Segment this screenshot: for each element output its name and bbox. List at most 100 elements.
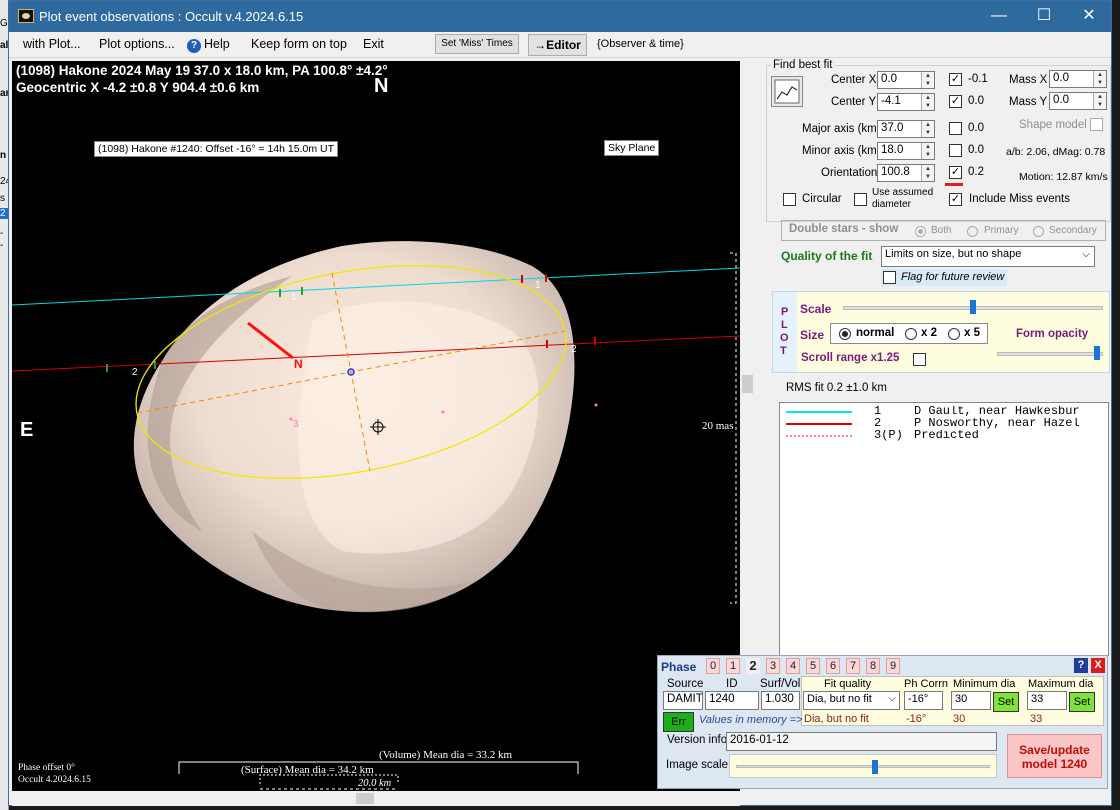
scrollbar-thumb[interactable]: [356, 793, 374, 804]
fit-minor-checkbox[interactable]: [949, 144, 962, 157]
center-y-input[interactable]: -4.1 ▲ ▼: [877, 93, 935, 111]
phase-button-3[interactable]: 3: [766, 658, 780, 674]
phase-button-1[interactable]: 1: [726, 658, 740, 674]
mass-y-input[interactable]: 0.0 ▲ ▼: [1049, 92, 1107, 110]
maximum-dia-label: Maximum dia: [1028, 678, 1094, 690]
use-assumed-label: Use assumed: [872, 187, 934, 198]
plot-letters-column: P L O T: [773, 292, 797, 372]
opacity-slider-thumb[interactable]: [1094, 346, 1100, 360]
legend-row: 1 D Gault, near Hawkesbur: [784, 406, 1106, 418]
opacity-slider[interactable]: [997, 352, 1103, 356]
phase-button-7[interactable]: 7: [846, 658, 860, 674]
plot-horizontal-scrollbar[interactable]: [12, 791, 740, 806]
image-scale-slider-thumb[interactable]: [872, 760, 879, 774]
spin-icon[interactable]: ▲ ▼: [921, 94, 934, 110]
phase-button-0[interactable]: 0: [706, 658, 720, 674]
help-icon: ?: [187, 39, 201, 53]
orientation-input[interactable]: 100.8 ▲ ▼: [877, 164, 935, 182]
both-label: Both: [931, 225, 952, 236]
menu-exit[interactable]: Exit: [363, 37, 384, 51]
fit-center-x-checkbox[interactable]: ✓: [949, 73, 962, 86]
phase-button-4[interactable]: 4: [786, 658, 800, 674]
menu-help[interactable]: ? Help: [187, 37, 230, 53]
err-button[interactable]: Err: [663, 712, 694, 732]
id-field[interactable]: 1240: [705, 691, 759, 710]
center-x-input[interactable]: 0.0 ▲ ▼: [877, 71, 935, 89]
surf-vol-field[interactable]: 1.030: [761, 691, 800, 710]
fit-center-y-checkbox[interactable]: ✓: [949, 95, 962, 108]
menu-keep-on-top[interactable]: Keep form on top: [251, 37, 347, 51]
set-miss-times-button[interactable]: Set 'Miss' Times: [435, 34, 519, 54]
spin-icon[interactable]: ▲ ▼: [921, 72, 934, 88]
mass-x-label: Mass X: [1009, 74, 1048, 86]
mass-y-value: 0.0: [1053, 94, 1069, 106]
phase-button-8[interactable]: 8: [866, 658, 880, 674]
menu-with-plot[interactable]: with Plot...: [23, 37, 81, 51]
fit-chart-button[interactable]: [771, 76, 803, 107]
help-icon[interactable]: ?: [1074, 658, 1088, 673]
legend-number: 1: [874, 406, 882, 418]
legend-swatch: [786, 435, 852, 437]
minimum-dia-field[interactable]: 30: [951, 691, 991, 710]
scrollbar-thumb[interactable]: [742, 375, 753, 393]
minor-axis-value: 18.0: [881, 144, 904, 156]
legend-swatch: [786, 411, 852, 413]
center-x-label: Center X: [831, 74, 877, 86]
include-miss-checkbox[interactable]: ✓: [949, 193, 962, 206]
fit-orientation-checkbox[interactable]: ✓: [949, 166, 962, 179]
legend-text: P Nosworthy, near Hazel: [914, 418, 1080, 430]
major-axis-input[interactable]: 37.0 ▲ ▼: [877, 120, 935, 138]
size-x2-label: x 2: [921, 327, 937, 339]
set-max-dia-button[interactable]: Set: [1069, 692, 1095, 712]
scroll-range-checkbox[interactable]: [913, 353, 926, 366]
close-icon[interactable]: X: [1091, 658, 1105, 673]
phase-button-6[interactable]: 6: [826, 658, 840, 674]
close-button[interactable]: ✕: [1069, 5, 1109, 27]
maximum-dia-field[interactable]: 33: [1027, 691, 1067, 710]
spin-icon[interactable]: ▲ ▼: [921, 143, 934, 159]
fit-quality-select[interactable]: Dia, but no fit ⌵: [803, 691, 900, 710]
primary-radio[interactable]: [967, 226, 978, 237]
use-assumed-label-2: diameter: [872, 199, 911, 210]
mass-x-input[interactable]: 0.0 ▲ ▼: [1049, 70, 1107, 88]
plot-canvas[interactable]: (1098) Hakone 2024 May 19 37.0 x 18.0 km…: [12, 61, 740, 791]
version-info-label: Version info: [667, 734, 728, 746]
ph-corrn-field[interactable]: -16°: [904, 691, 943, 710]
menu-help-label: Help: [204, 37, 230, 51]
phase-button-2[interactable]: 2: [746, 658, 760, 674]
observers-legend: 1 D Gault, near Hawkesbur 2 P Nosworthy, ne…: [779, 402, 1109, 656]
save-update-model-button[interactable]: Save/update model 1240: [1007, 734, 1102, 778]
circular-checkbox[interactable]: [783, 193, 796, 206]
minimize-button[interactable]: —: [979, 5, 1019, 27]
spin-icon[interactable]: ▲ ▼: [921, 165, 934, 181]
menu-plot-options[interactable]: Plot options...: [99, 37, 175, 51]
memory-min-dia: 30: [953, 713, 966, 725]
shape-model-checkbox[interactable]: [1090, 118, 1103, 131]
source-field[interactable]: DAMIT: [663, 691, 703, 710]
volume-dia-label: (Volume) Mean dia = 33.2 km: [379, 749, 513, 761]
use-assumed-diameter-checkbox[interactable]: [854, 193, 867, 206]
spin-icon[interactable]: ▲ ▼: [1093, 93, 1106, 109]
plot-letter: O: [780, 332, 789, 344]
image-scale-slider[interactable]: [729, 754, 997, 778]
legend-text: Predicted: [914, 430, 979, 442]
minor-axis-input[interactable]: 18.0 ▲ ▼: [877, 142, 935, 160]
phase-button-9[interactable]: 9: [886, 658, 900, 674]
size-x5-radio[interactable]: [948, 328, 960, 340]
spin-icon[interactable]: ▲ ▼: [921, 121, 934, 137]
quality-of-fit-select[interactable]: Limits on size, but no shape ⌵: [881, 246, 1095, 267]
version-info-field[interactable]: 2016-01-12: [726, 732, 997, 751]
id-label: ID: [726, 678, 738, 690]
radio-dot-icon: [842, 331, 848, 337]
secondary-radio[interactable]: [1033, 226, 1044, 237]
fit-major-checkbox[interactable]: [949, 122, 962, 135]
editor-button[interactable]: →Editor: [528, 34, 587, 56]
spin-icon[interactable]: ▲ ▼: [1093, 71, 1106, 87]
set-min-dia-button[interactable]: Set: [993, 692, 1019, 712]
flag-review-checkbox[interactable]: [883, 271, 896, 284]
phase-label: Phase: [661, 660, 697, 674]
size-x2-radio[interactable]: [905, 328, 917, 340]
scale-slider-thumb[interactable]: [970, 300, 976, 314]
maximize-button[interactable]: ☐: [1024, 5, 1064, 27]
phase-button-5[interactable]: 5: [806, 658, 820, 674]
